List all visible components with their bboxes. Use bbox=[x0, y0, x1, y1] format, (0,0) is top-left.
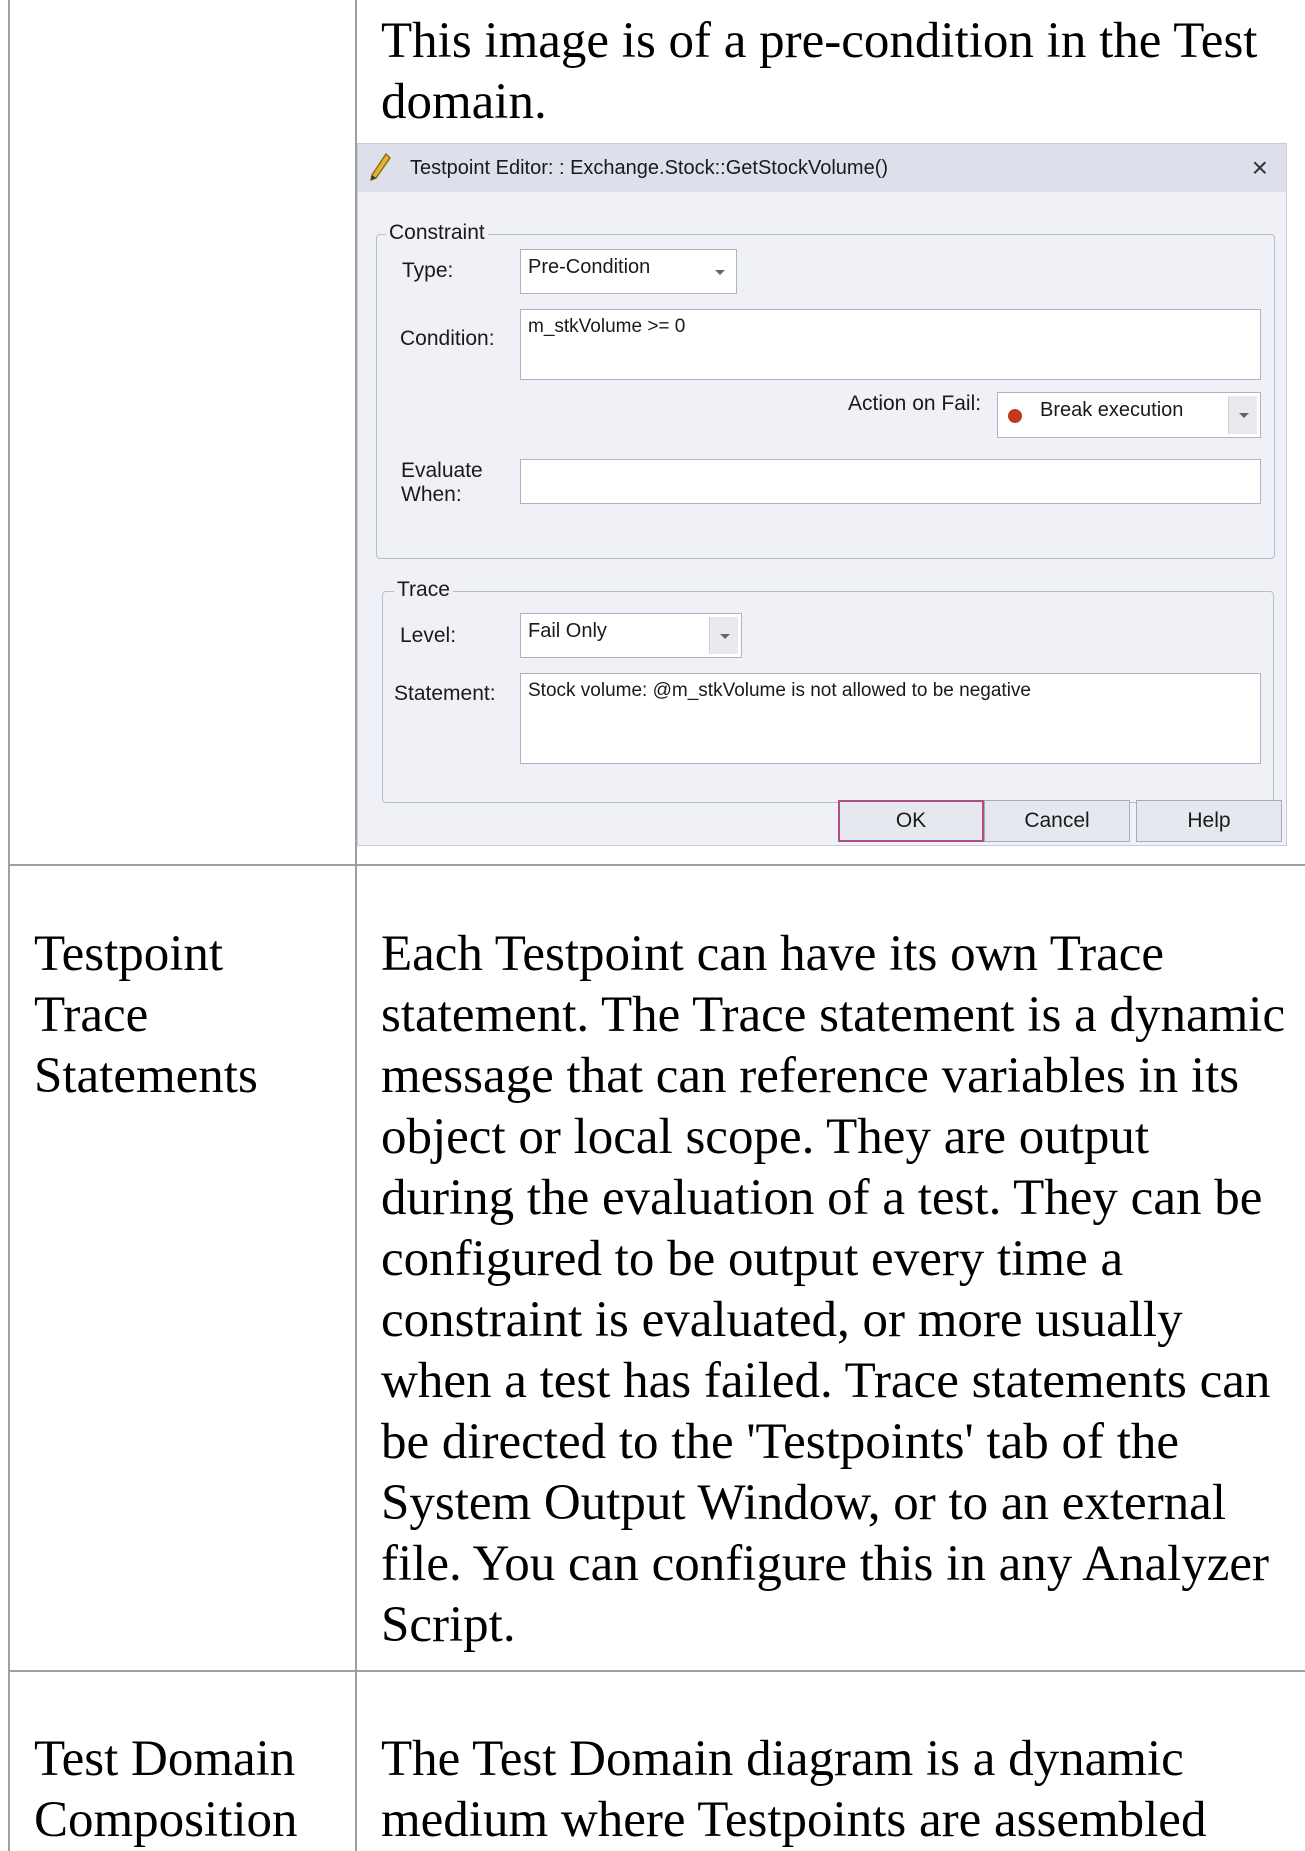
row-divider bbox=[8, 1670, 1305, 1672]
row-divider bbox=[8, 864, 1305, 866]
trace-group-label: Trace bbox=[394, 578, 453, 602]
testpoint-editor-dialog: Testpoint Editor: : Exchange.Stock::GetS… bbox=[357, 143, 1287, 846]
type-select[interactable]: Pre-Condition bbox=[520, 249, 737, 294]
dialog-titlebar: Testpoint Editor: : Exchange.Stock::GetS… bbox=[358, 144, 1286, 192]
chevron-down-icon bbox=[705, 253, 733, 290]
row-2-term: Testpoint Trace Statements bbox=[34, 926, 258, 1104]
condition-label: Condition: bbox=[400, 327, 495, 350]
row-3-term: Test Domain Composition bbox=[34, 1731, 298, 1848]
row-3-description: The Test Domain diagram is a dynamic med… bbox=[381, 1731, 1207, 1848]
level-label: Level: bbox=[400, 624, 457, 647]
evaluate-when-label-line-2: When: bbox=[401, 483, 462, 506]
action-on-fail-label: Action on Fail: bbox=[848, 392, 982, 415]
condition-input[interactable]: m_stkVolume >= 0 bbox=[520, 309, 1261, 380]
type-select-value: Pre-Condition bbox=[528, 256, 651, 278]
evaluate-when-label-line-1: Evaluate bbox=[401, 459, 483, 482]
statement-label: Statement: bbox=[394, 682, 496, 705]
stop-icon bbox=[1008, 409, 1022, 423]
cancel-button[interactable]: Cancel bbox=[984, 800, 1130, 842]
statement-input[interactable]: Stock volume: @m_stkVolume is not allowe… bbox=[520, 673, 1261, 764]
help-button[interactable]: Help bbox=[1136, 800, 1282, 842]
level-select-value: Fail Only bbox=[528, 620, 607, 642]
action-on-fail-select[interactable]: Break execution bbox=[997, 392, 1261, 438]
action-on-fail-value: Break execution bbox=[1040, 399, 1184, 421]
pencil-icon bbox=[370, 152, 391, 182]
chevron-down-icon bbox=[1228, 396, 1257, 434]
constraint-group-label: Constraint bbox=[386, 221, 488, 245]
evaluate-when-input[interactable] bbox=[520, 459, 1261, 504]
type-label: Type: bbox=[402, 259, 454, 282]
close-icon[interactable]: × bbox=[1252, 152, 1268, 184]
chevron-down-icon bbox=[709, 617, 738, 654]
level-select[interactable]: Fail Only bbox=[520, 613, 742, 658]
row-2-description: Each Testpoint can have its own Trace st… bbox=[381, 926, 1286, 1653]
ok-button[interactable]: OK bbox=[838, 800, 984, 842]
row-1-description: This image is of a pre-condition in the … bbox=[381, 13, 1258, 130]
dialog-title: Testpoint Editor: : Exchange.Stock::GetS… bbox=[410, 157, 889, 179]
table-left-border bbox=[8, 0, 10, 1851]
